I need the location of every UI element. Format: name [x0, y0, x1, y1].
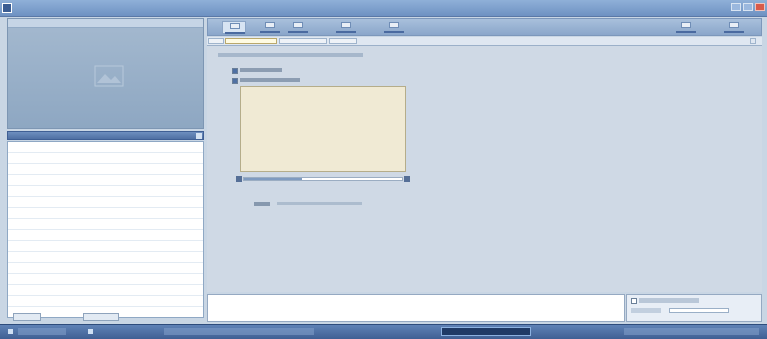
status-progress-bar: [441, 327, 531, 336]
ribbon-tab[interactable]: [382, 21, 406, 34]
list-item[interactable]: [8, 219, 203, 230]
output-panel[interactable]: [207, 294, 625, 322]
panel-item[interactable]: [631, 308, 661, 313]
status-bar: [0, 324, 767, 339]
field-label: [254, 202, 270, 206]
toolbar-icon: [729, 22, 739, 28]
option-1-label: [240, 68, 282, 72]
status-middle-text: [164, 328, 314, 335]
home-icon: [230, 23, 240, 29]
main-content: [207, 46, 762, 292]
ribbon-tab[interactable]: [286, 21, 310, 34]
panel-checkbox-label: [639, 298, 699, 303]
option-1-checkbox[interactable]: [232, 68, 238, 74]
toolbar-icon: [293, 22, 303, 28]
content-heading: [218, 53, 363, 57]
list-item[interactable]: [8, 175, 203, 186]
window-title: [14, 4, 124, 11]
left-panel-footer: [7, 312, 204, 322]
preview-area[interactable]: [240, 86, 406, 172]
ribbon-tab[interactable]: [674, 21, 698, 34]
status-indicator-icon: [88, 329, 93, 334]
list-item[interactable]: [8, 186, 203, 197]
close-icon[interactable]: [755, 3, 765, 11]
doc-tab[interactable]: [208, 38, 224, 44]
option-2-label: [240, 78, 300, 82]
ribbon-tab[interactable]: [258, 21, 282, 34]
toolbar-icon: [681, 22, 691, 28]
list-item[interactable]: [8, 274, 203, 285]
list-item[interactable]: [8, 208, 203, 219]
slider-left-arrow-icon[interactable]: [236, 176, 242, 182]
properties-panel: [626, 294, 762, 322]
close-tab-icon[interactable]: [750, 38, 756, 44]
list-item[interactable]: [8, 241, 203, 252]
ribbon-toolbar: [207, 18, 762, 36]
list-item[interactable]: [8, 164, 203, 175]
list-item[interactable]: [8, 263, 203, 274]
doc-tab-active[interactable]: [225, 38, 277, 44]
placeholder-image-icon: [94, 65, 124, 87]
panel-checkbox[interactable]: [631, 298, 637, 304]
preview-panel-header: [8, 19, 203, 28]
field-hint: [277, 202, 362, 205]
list-item[interactable]: [8, 230, 203, 241]
collapse-icon[interactable]: [196, 133, 202, 139]
document-tabstrip: [207, 37, 762, 46]
preview-panel: [7, 18, 204, 129]
slider-fill: [244, 178, 302, 180]
footer-button[interactable]: [13, 313, 41, 321]
list-item[interactable]: [8, 252, 203, 263]
list-item[interactable]: [8, 142, 203, 153]
status-right-text: [624, 328, 759, 335]
ribbon-tab[interactable]: [722, 21, 746, 34]
ribbon-tab[interactable]: [334, 21, 358, 34]
toolbar-icon: [265, 22, 275, 28]
ribbon-tab-home[interactable]: [222, 21, 246, 34]
doc-tab[interactable]: [329, 38, 357, 44]
maximize-icon[interactable]: [743, 3, 753, 11]
list-item[interactable]: [8, 197, 203, 208]
option-2-checkbox[interactable]: [232, 78, 238, 84]
footer-button[interactable]: [83, 313, 119, 321]
list-item[interactable]: [8, 296, 203, 307]
status-left-text: [18, 328, 66, 335]
panel-input[interactable]: [669, 308, 729, 313]
toolbar-icon: [389, 22, 399, 28]
doc-tab[interactable]: [279, 38, 327, 44]
status-icon: [8, 329, 13, 334]
window-titlebar: [0, 0, 767, 17]
slider-right-arrow-icon[interactable]: [404, 176, 410, 182]
toolbar-icon: [341, 22, 351, 28]
item-list[interactable]: [7, 141, 204, 318]
app-icon: [2, 3, 12, 13]
list-item[interactable]: [8, 285, 203, 296]
minimize-icon[interactable]: [731, 3, 741, 11]
left-section-header[interactable]: [7, 131, 204, 140]
list-item[interactable]: [8, 153, 203, 164]
